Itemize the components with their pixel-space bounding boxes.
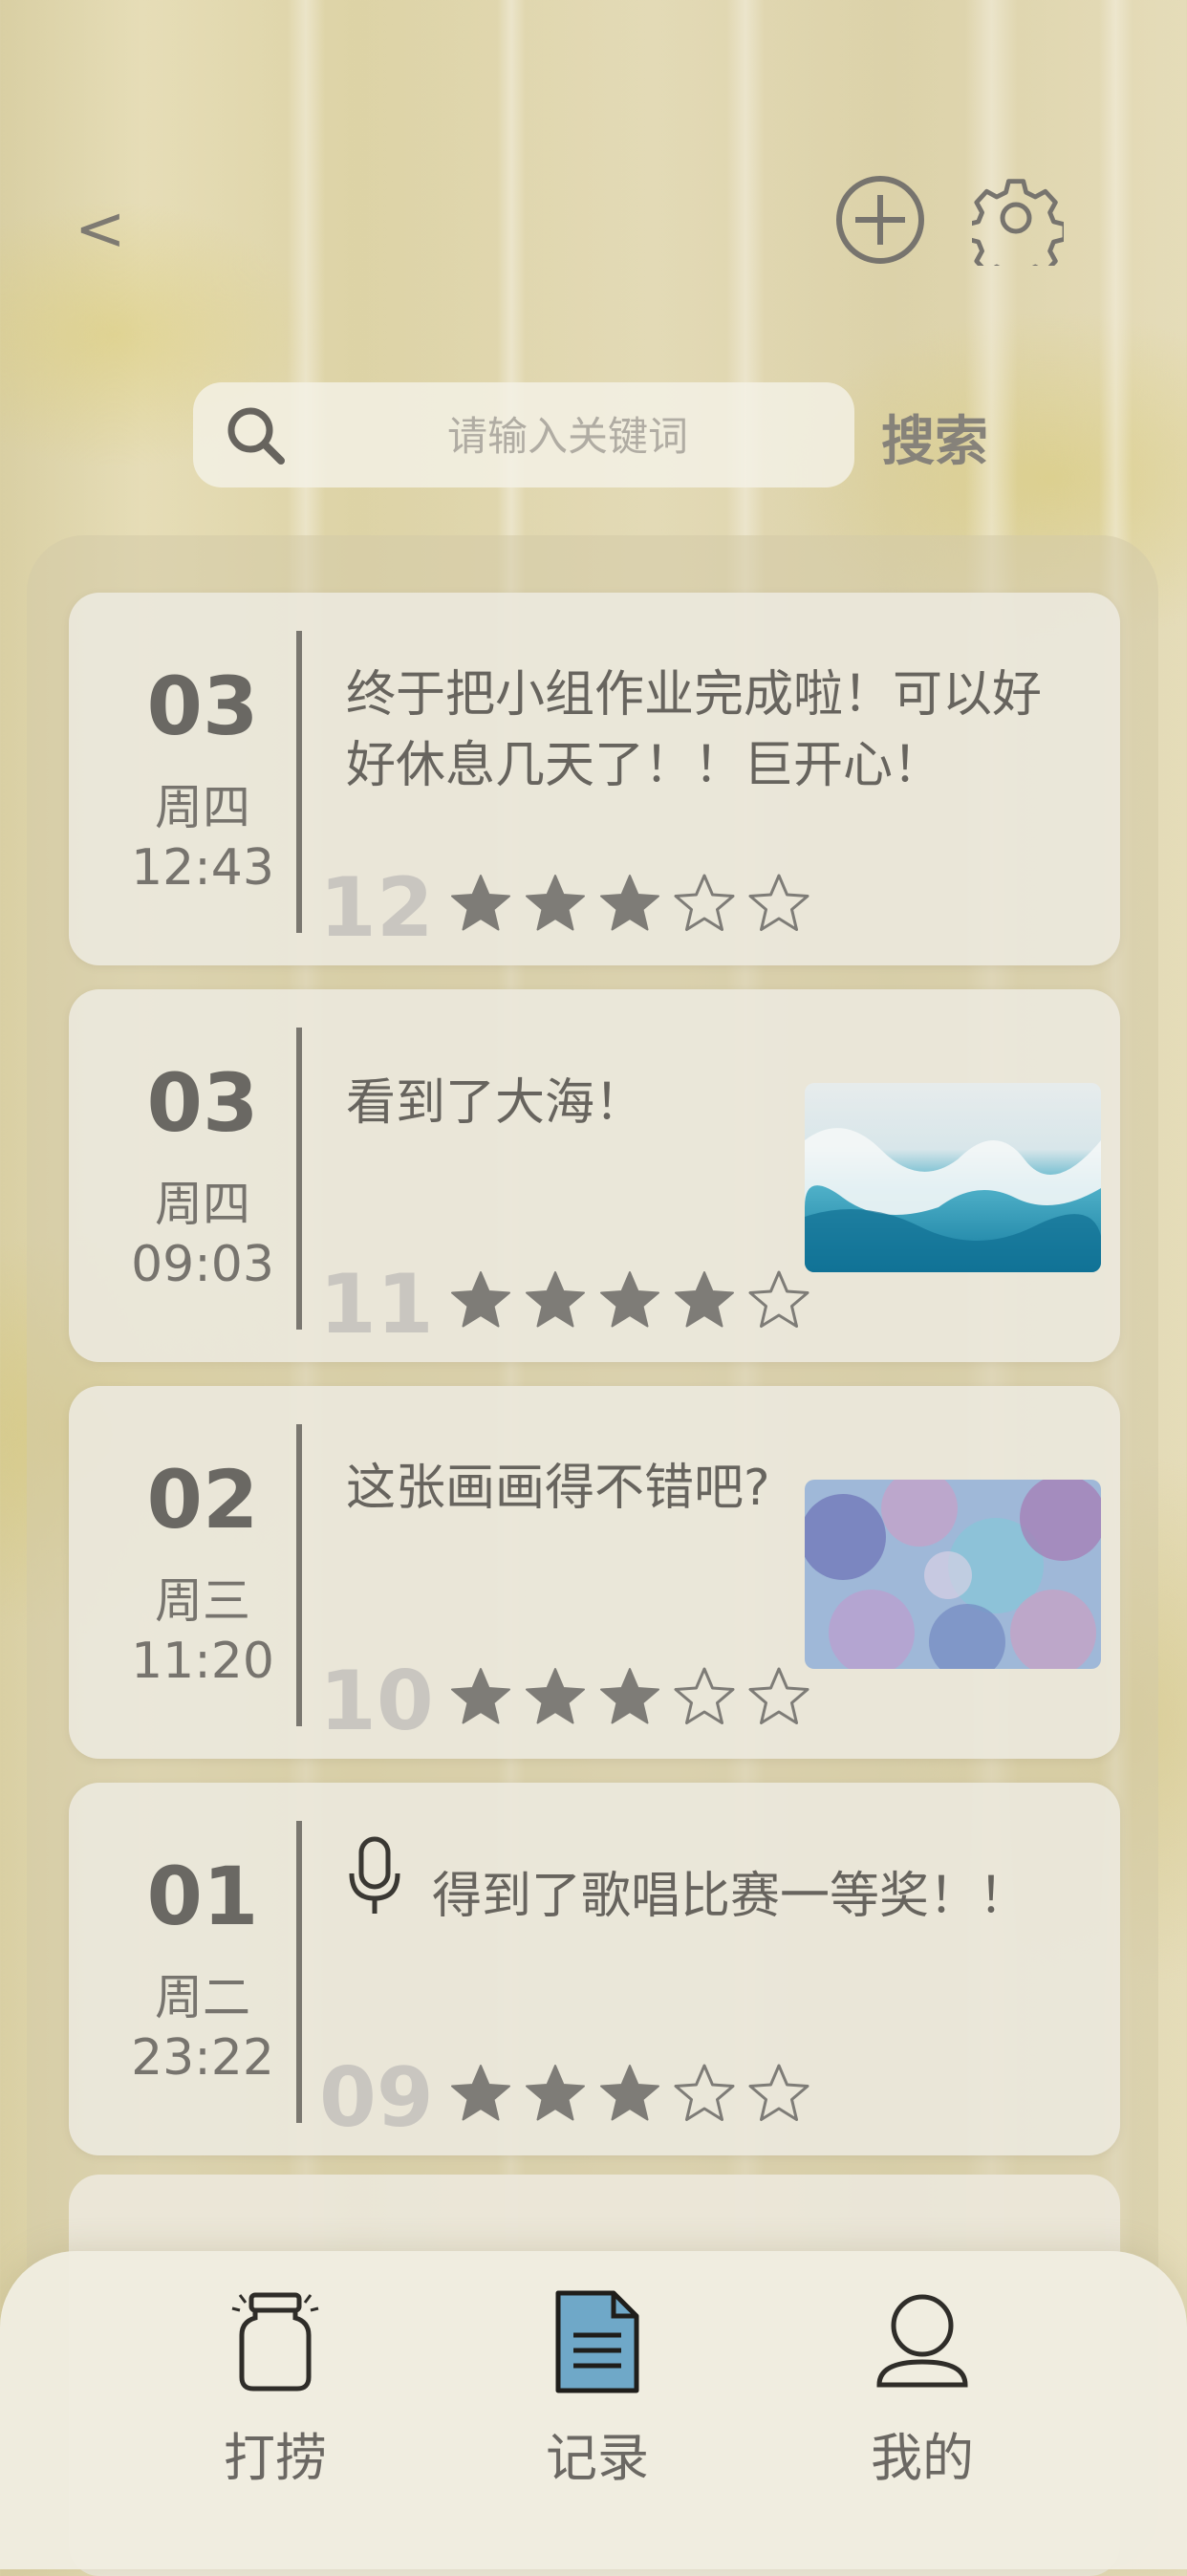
nav-label: 记录 — [546, 2428, 649, 2488]
star-filled-icon — [451, 2065, 510, 2121]
entry-count: 09 — [319, 2050, 434, 2146]
star-filled-icon — [675, 1271, 734, 1328]
entry-count: 10 — [319, 1654, 434, 1749]
entry-count: 11 — [319, 1257, 434, 1353]
divider — [296, 1821, 302, 2123]
star-filled-icon — [451, 1271, 510, 1328]
entry-thumbnail-painting[interactable] — [805, 1480, 1101, 1669]
star-filled-icon — [526, 1271, 585, 1328]
person-icon — [876, 2294, 968, 2388]
star-empty-icon — [674, 2064, 735, 2121]
star-filled-icon — [600, 875, 659, 931]
search-input[interactable] — [308, 401, 828, 470]
star-empty-icon — [748, 1667, 809, 1724]
entry-text-line: 终于把小组作业完成啦！可以好 — [346, 666, 1043, 724]
star-empty-icon — [748, 874, 809, 931]
sea-photo — [805, 1083, 1101, 1272]
entry-text-line: 这张画画得不错吧? — [346, 1460, 770, 1517]
entry-text-line: 好休息几天了！！巨开心！ — [346, 737, 943, 794]
search-button[interactable]: 搜索 — [881, 399, 988, 476]
rating-stars — [446, 2060, 813, 2127]
painting-photo — [805, 1480, 1101, 1669]
entry-thumbnail-sea[interactable] — [805, 1083, 1101, 1272]
star-filled-icon — [451, 1668, 510, 1724]
settings-button[interactable] — [964, 174, 1068, 285]
star-filled-icon — [600, 1271, 659, 1328]
star-empty-icon — [674, 1667, 735, 1724]
nav-label: 我的 — [871, 2428, 974, 2488]
gear-icon — [964, 179, 1068, 285]
entry-card[interactable]: 01 周二 23:22 得到了歌唱比赛一等奖！！ 09 — [69, 1783, 1120, 2155]
nav-tab-records[interactable]: 记录 — [497, 2289, 688, 2528]
microphone-icon[interactable] — [346, 1835, 403, 1919]
rating-stars — [446, 1266, 813, 1333]
search-bar — [193, 382, 854, 487]
search-icon — [227, 407, 285, 465]
entry-text-line: 得到了歌唱比赛一等奖！！ — [432, 1868, 1029, 1925]
divider — [296, 631, 302, 933]
divider — [296, 1028, 302, 1330]
entry-text: 这张画画得不错吧? — [346, 1453, 770, 1524]
star-filled-icon — [526, 875, 585, 931]
star-empty-icon — [748, 2064, 809, 2121]
entry-text: 终于把小组作业完成啦！可以好 好休息几天了！！巨开心！ — [346, 660, 1042, 801]
divider — [296, 1424, 302, 1726]
rating-stars — [446, 1663, 813, 1730]
star-empty-icon — [748, 1270, 809, 1328]
add-entry-button[interactable] — [834, 174, 926, 266]
star-filled-icon — [526, 1668, 585, 1724]
star-filled-icon — [451, 875, 510, 931]
document-icon — [555, 2290, 639, 2393]
entry-card[interactable]: 03 周四 12:43 终于把小组作业完成啦！可以好 好休息几天了！！巨开心！ … — [69, 593, 1120, 965]
entry-text: 看到了大海！ — [346, 1068, 644, 1138]
bottom-nav: 打捞 记录 我的 — [0, 2251, 1187, 2569]
star-empty-icon — [674, 874, 735, 931]
entry-text: 得到了歌唱比赛一等奖！！ — [432, 1861, 1028, 1932]
plus-circle-icon — [836, 176, 924, 264]
star-filled-icon — [600, 2065, 659, 2121]
nav-label: 打捞 — [224, 2428, 327, 2488]
back-button[interactable]: < — [75, 196, 126, 263]
rating-stars — [446, 870, 813, 937]
star-filled-icon — [526, 2065, 585, 2121]
entry-count: 12 — [319, 860, 434, 956]
entry-card[interactable]: 03 周四 09:03 看到了大海！ 11 — [69, 989, 1120, 1362]
nav-tab-salvage[interactable]: 打捞 — [175, 2289, 366, 2528]
star-filled-icon — [600, 1668, 659, 1724]
entry-card[interactable]: 02 周三 11:20 这张画画得不错吧? 10 — [69, 1386, 1120, 1759]
nav-tab-mine[interactable]: 我的 — [822, 2289, 1013, 2528]
jar-icon — [231, 2292, 319, 2392]
entry-text-line: 看到了大海！ — [346, 1074, 645, 1132]
